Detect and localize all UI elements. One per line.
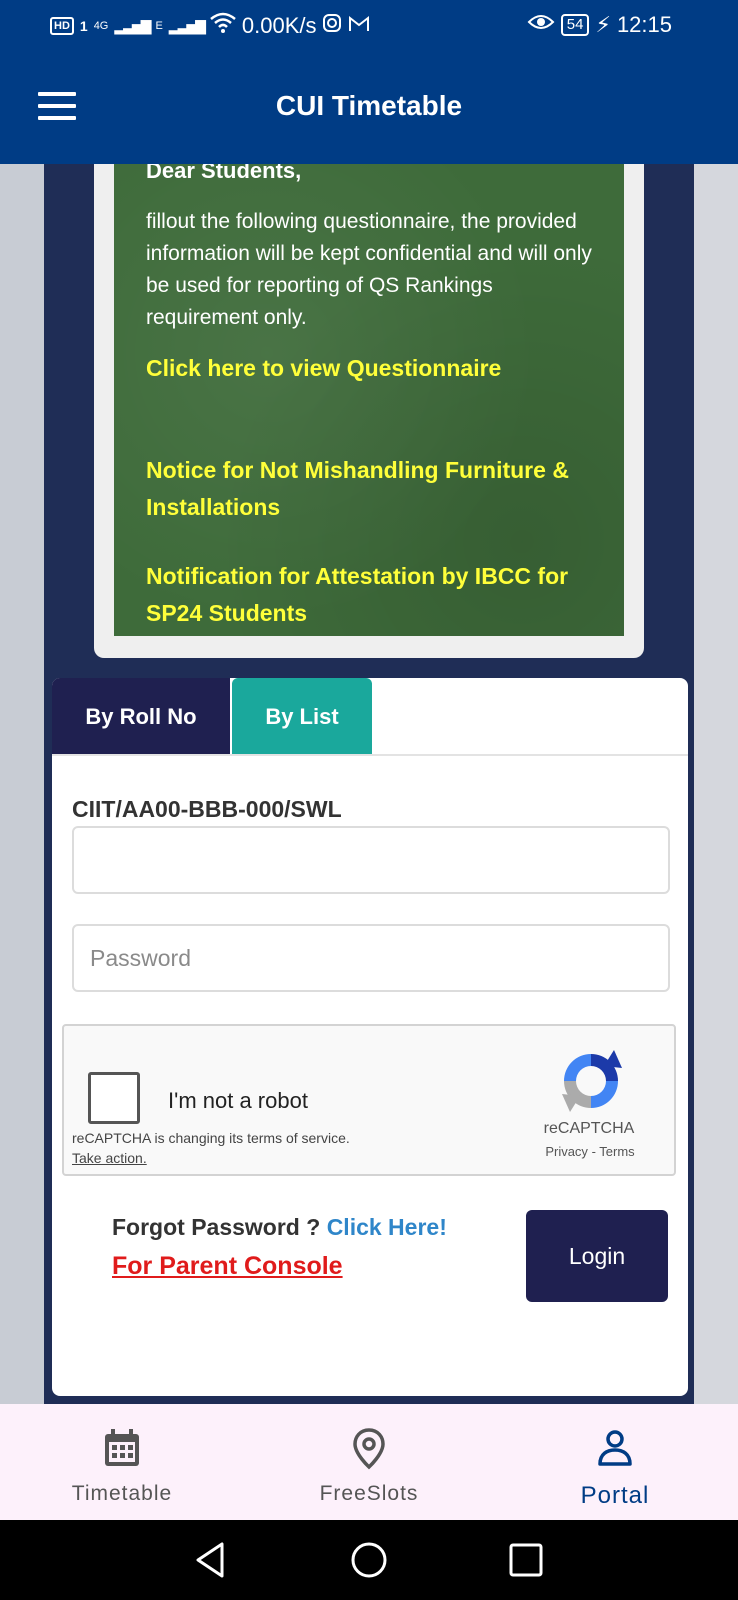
- nav-item-timetable[interactable]: Timetable: [52, 1404, 192, 1520]
- calendar-icon: [105, 1429, 139, 1466]
- nav-item-freeslots[interactable]: FreeSlots: [299, 1404, 439, 1520]
- network-speed: 0.00K/s: [241, 13, 317, 38]
- forgot-password-link[interactable]: Click Here!: [327, 1214, 447, 1240]
- home-icon[interactable]: [349, 1540, 389, 1580]
- wifi-icon: [210, 12, 236, 40]
- recaptcha-privacy-link[interactable]: Privacy: [545, 1144, 588, 1159]
- notice-chalkboard: Dear Students, fillout the following que…: [114, 164, 624, 636]
- recaptcha-terms: Privacy - Terms: [530, 1144, 650, 1159]
- recaptcha-terms-link[interactable]: Terms: [599, 1144, 634, 1159]
- bottom-nav: Timetable FreeSlots Portal: [0, 1404, 738, 1520]
- questionnaire-link[interactable]: Click here to view Questionnaire: [146, 350, 606, 387]
- charging-icon: ⚡: [595, 12, 611, 37]
- ibcc-notification-link[interactable]: Notification for Attestation by IBCC for…: [146, 558, 606, 632]
- tab-by-roll-no[interactable]: By Roll No: [52, 678, 230, 756]
- location-pin-icon: [353, 1428, 385, 1470]
- notice-body: fillout the following questionnaire, the…: [146, 210, 592, 329]
- furniture-notice-link[interactable]: Notice for Not Mishandling Furniture & I…: [146, 452, 606, 526]
- recaptcha-take-action-link[interactable]: Take action.: [72, 1150, 147, 1166]
- notice-card: Dear Students, fillout the following que…: [94, 164, 644, 658]
- login-card: By Roll No By List CIIT/AA00-BBB-000/SWL…: [52, 678, 688, 1396]
- network-4g-label: 4G: [93, 20, 109, 32]
- hd-badge: HD: [50, 17, 74, 35]
- recaptcha-label: I'm not a robot: [168, 1088, 308, 1113]
- status-right: 54 ⚡ 12:15: [527, 12, 672, 38]
- recaptcha-widget: I'm not a robot reCAPTCHA is changing it…: [62, 1024, 676, 1176]
- tab-divider: [52, 754, 688, 756]
- password-input[interactable]: [72, 924, 670, 992]
- battery-level: 54: [560, 14, 590, 36]
- status-left: HD 1 4G ▂▃▅▇ E ▂▃▅▇ 0.00K/s: [50, 12, 370, 40]
- tab-by-list[interactable]: By List: [232, 678, 372, 756]
- nav-item-portal[interactable]: Portal: [545, 1404, 685, 1520]
- network-e-label: E: [155, 20, 163, 32]
- background-right: [694, 164, 738, 1404]
- eye-icon: [527, 12, 555, 38]
- recaptcha-logo-icon: [556, 1046, 626, 1116]
- nav-label-timetable: Timetable: [71, 1482, 173, 1505]
- login-button[interactable]: Login: [526, 1210, 668, 1302]
- sim1-label: 1: [79, 18, 88, 34]
- forgot-password-text: Forgot Password ?: [112, 1214, 321, 1240]
- recaptcha-separator: -: [591, 1144, 596, 1159]
- nav-label-portal: Portal: [580, 1482, 650, 1509]
- recaptcha-checkbox[interactable]: [88, 1072, 140, 1124]
- roll-no-label: CIIT/AA00-BBB-000/SWL: [72, 796, 342, 822]
- signal-icon-2: ▂▃▅▇: [168, 17, 206, 34]
- status-bar: HD 1 4G ▂▃▅▇ E ▂▃▅▇ 0.00K/s 54 ⚡ 12:15: [0, 0, 738, 52]
- gmail-icon: [348, 13, 370, 39]
- back-icon[interactable]: [192, 1540, 232, 1580]
- nav-label-freeslots: FreeSlots: [319, 1482, 419, 1505]
- recaptcha-notice: reCAPTCHA is changing its terms of servi…: [72, 1130, 350, 1146]
- person-icon: [598, 1430, 632, 1466]
- notice-greeting: Dear Students,: [146, 164, 302, 183]
- roll-no-input[interactable]: [72, 826, 670, 894]
- parent-console-link[interactable]: For Parent Console: [112, 1252, 343, 1281]
- app-bar: CUI Timetable: [0, 52, 738, 164]
- recents-icon[interactable]: [506, 1540, 546, 1580]
- forgot-password-row: Forgot Password ? Click Here!: [112, 1214, 447, 1241]
- instagram-icon: [322, 13, 342, 39]
- app-title: CUI Timetable: [275, 90, 463, 121]
- recaptcha-brand: reCAPTCHA: [543, 1120, 635, 1137]
- signal-icon: ▂▃▅▇: [114, 17, 151, 34]
- system-nav-bar: [0, 1520, 738, 1600]
- clock: 12:15: [616, 12, 672, 37]
- background-left: [0, 164, 44, 1404]
